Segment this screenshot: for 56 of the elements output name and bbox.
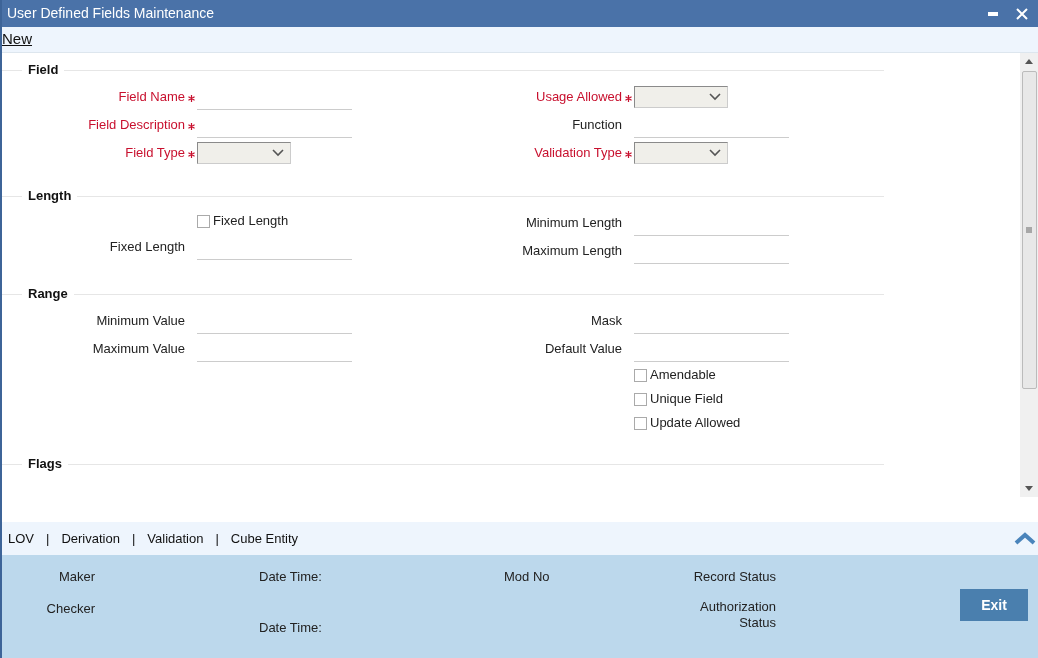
new-link[interactable]: New: [2, 28, 32, 51]
date-time-label: Date Time:: [259, 568, 323, 586]
checker-label: Checker: [46, 599, 95, 618]
tab-link[interactable]: Derivation: [61, 528, 120, 549]
scrollbar[interactable]: [1020, 53, 1038, 497]
field-label: Minimum Value: [95, 312, 185, 331]
section-heading: Range: [27, 285, 69, 304]
tab-separator: |: [214, 529, 220, 548]
chevron-down-icon: [709, 93, 721, 101]
field-label: Field Type: [124, 144, 185, 163]
chevron-down-icon: [272, 149, 284, 157]
checkbox-option[interactable]: Fixed Length: [197, 211, 289, 231]
chevron-down-icon: [709, 149, 721, 157]
mod-no-label: Mod No: [504, 568, 551, 586]
field-label: Mask: [589, 312, 622, 331]
close-icon[interactable]: [1016, 7, 1028, 20]
date-time-label: Date Time:: [259, 618, 323, 637]
section-heading: Length: [27, 187, 73, 206]
field-label: Default Value: [543, 340, 622, 359]
checkbox-option[interactable]: Amendable: [634, 365, 716, 385]
tab-separator: |: [45, 529, 51, 548]
field-label: Maximum Value: [91, 340, 185, 359]
exit-button[interactable]: Exit: [960, 589, 1028, 621]
field-label: Field Description: [87, 116, 185, 135]
checkbox[interactable]: [634, 416, 647, 430]
tab-separator: |: [130, 529, 137, 548]
field-label: Usage Allowed: [535, 88, 622, 107]
minimize-icon[interactable]: [988, 11, 998, 16]
section-heading: Field: [27, 61, 60, 80]
authorization-status-label: Authorization Status: [699, 598, 776, 631]
dropdown-field[interactable]: [634, 142, 728, 164]
checkbox[interactable]: [197, 214, 210, 228]
scroll-up-icon[interactable]: [1025, 59, 1033, 64]
maker-label: Maker: [58, 568, 95, 586]
dropdown-field[interactable]: [197, 142, 291, 164]
record-status-label: Record Status: [693, 568, 776, 586]
checkbox-option[interactable]: Unique Field: [634, 389, 723, 409]
tab-link[interactable]: Validation: [147, 528, 204, 549]
scroll-thumb[interactable]: [1021, 71, 1037, 389]
scroll-down-icon[interactable]: [1025, 486, 1033, 491]
grip-icon: [1026, 227, 1032, 233]
field-label: Maximum Length: [521, 242, 622, 261]
tab-link[interactable]: Cube Entity: [230, 528, 299, 549]
tab-link[interactable]: LOV: [8, 528, 34, 549]
checkbox[interactable]: [634, 392, 647, 406]
dropdown-field[interactable]: [634, 86, 728, 108]
field-label: Minimum Length: [524, 214, 622, 233]
checkbox-option[interactable]: Update Allowed: [634, 413, 741, 433]
chevron-up-icon[interactable]: [1014, 532, 1036, 545]
field-label: Validation Type: [533, 144, 622, 163]
field-label: Field Name: [117, 88, 185, 107]
field-label: Function: [571, 116, 622, 135]
window-title: User Defined Fields Maintenance: [7, 4, 214, 23]
field-label: Fixed Length: [108, 238, 185, 257]
checkbox[interactable]: [634, 368, 647, 382]
section-heading: Flags: [27, 455, 63, 474]
